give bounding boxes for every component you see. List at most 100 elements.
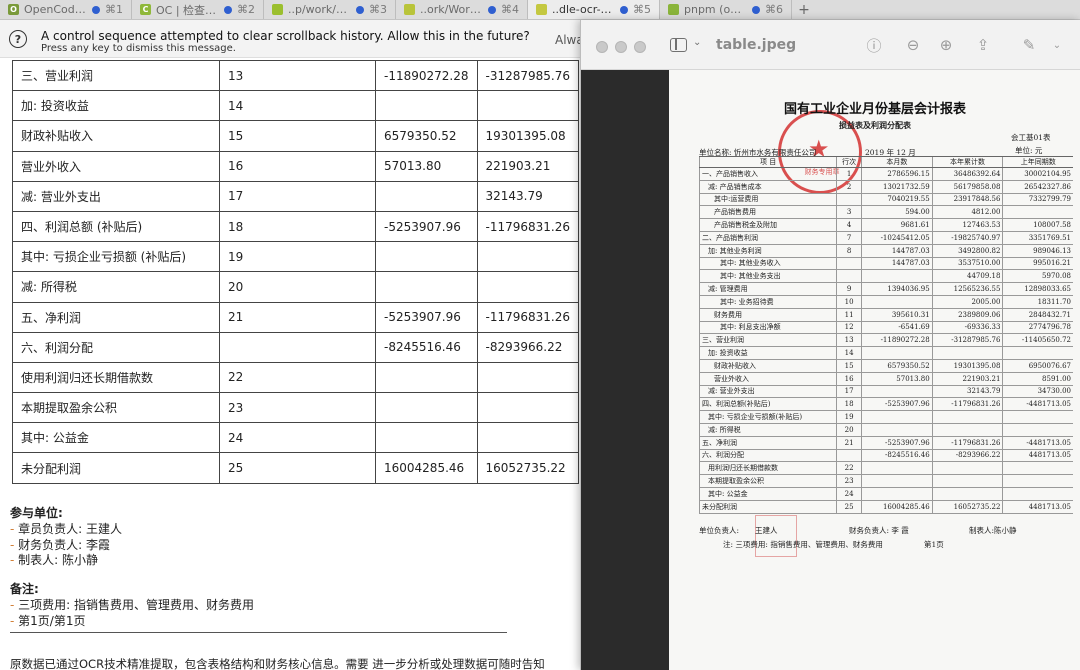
participants-item: - 章员负责人: 王建人 <box>10 520 122 537</box>
tab-title: ..dle-ocr-skill (... <box>552 3 615 16</box>
document-header-cell: 上年同期数 <box>1002 156 1073 168</box>
document-row-label: 其中: 公益金 <box>698 487 837 501</box>
unit-label: 单位: 元 <box>1015 146 1043 155</box>
tab-shortcut: ⌘1 <box>105 3 123 16</box>
document-prior-value: 6950076.67 <box>1002 359 1073 373</box>
minimize-window-button[interactable] <box>615 41 627 53</box>
table-cell: -31287985.76 <box>476 59 579 92</box>
table-cell: 营业外收入 <box>12 150 220 182</box>
notes-heading: 备注: <box>10 582 39 596</box>
document-month-value <box>861 410 933 424</box>
document-month-value: 6579350.52 <box>861 359 933 373</box>
table-cell: 25 <box>219 452 376 484</box>
form-code: 会工基01表 <box>1011 133 1051 142</box>
document-ytd-value: 3537510.00 <box>931 257 1003 271</box>
document-row-label: 加: 投资收益 <box>698 346 837 360</box>
document-prior-value: 2774796.78 <box>1002 321 1073 335</box>
markup-chevron-icon[interactable]: ⌄ <box>1047 36 1067 54</box>
tab-4[interactable]: ..ork/WorkA... ⌘4 <box>396 0 528 19</box>
zoom-window-button[interactable] <box>634 41 646 53</box>
document-row-number: 14 <box>836 346 862 360</box>
new-tab-button[interactable]: + <box>792 0 816 19</box>
document-ytd-value <box>931 487 1003 501</box>
table-row: 使用利润归还长期借款数 22 <box>12 361 579 394</box>
table-cell <box>219 331 376 363</box>
chevron-down-icon[interactable]: ⌄ <box>693 37 701 48</box>
document-month-value: 594.00 <box>861 205 933 220</box>
table-cell: -8293966.22 <box>476 331 579 363</box>
tab-6[interactable]: pnpm (opencla... ⌘6 <box>660 0 792 19</box>
table-cell: 16052735.22 <box>476 452 579 484</box>
table-row: 其中: 亏损企业亏损额 (补贴后) 19 <box>12 241 579 273</box>
tab-shortcut: ⌘5 <box>633 3 651 16</box>
document-table: 项 目行次 本月数 本年累计数 上年同期数 一、产品销售收入 1 2786596.15 364… <box>698 156 1073 514</box>
document-ytd-value: -31287985.76 <box>931 333 1003 348</box>
document-month-value: -5253907.96 <box>861 397 933 412</box>
table-cell <box>476 361 579 394</box>
table-row: 其中: 公益金 24 <box>12 422 579 454</box>
markup-icon[interactable]: ✎ <box>1019 36 1039 54</box>
document-row-number: 13 <box>836 333 862 348</box>
document-row: 减: 营业外支出 17 32143.79 34730.00 <box>698 385 1073 399</box>
participants-item: - 制表人: 陈小静 <box>10 551 98 568</box>
tab-3[interactable]: ..p/work/yol... ⌘3 <box>264 0 396 19</box>
terminal-output[interactable]: 三、营业利润 13 -11890272.28 -31287985.76 加: 投资收益 1… <box>0 58 580 670</box>
document-prior-value: 4481713.05 <box>1002 449 1073 463</box>
table-cell: -5253907.96 <box>375 301 478 333</box>
document-row-number: 18 <box>836 397 862 412</box>
list-item-text: 第1页/第1页 <box>18 613 86 628</box>
tab-5[interactable]: ..dle-ocr-skill (... ⌘5 <box>528 0 660 19</box>
document-row: 减: 所得税 20 <box>698 423 1073 437</box>
tab-activity-dot-icon <box>356 5 364 14</box>
table-row: 五、净利润 21 -5253907.96 -11796831.26 <box>12 301 579 333</box>
document-prior-value: 3351769.51 <box>1002 231 1073 245</box>
document-prior-value: -4481713.05 <box>1002 436 1073 450</box>
table-cell: 五、净利润 <box>12 301 220 333</box>
document-row-number: 2 <box>836 180 862 194</box>
document-row: 其中: 其他业务收入 144787.03 3537510.00 995016.21 <box>698 257 1073 271</box>
document-note: 注: 三项费用: 指销售费用、管理费用、财务费用 <box>723 540 883 549</box>
document-prior-value: 12898033.65 <box>1002 282 1073 296</box>
document-month-value: 144787.03 <box>861 244 933 258</box>
document-month-value <box>861 295 933 309</box>
document-ytd-value: 12565236.55 <box>931 282 1003 296</box>
preview-canvas: ★ 财务专用章 国有工业企业月份基层会计报表 损益表及利润分配表 会工基01表 … <box>581 70 1080 670</box>
document-ytd-value: 221903.21 <box>931 372 1003 386</box>
tab-2[interactable]: C OC | 检查 O... ⌘2 <box>132 0 264 19</box>
table-cell: 19301395.08 <box>476 120 579 152</box>
document-prior-value: 4481713.05 <box>1002 500 1073 514</box>
sidebar-toggle-icon[interactable] <box>670 38 687 52</box>
tab-title: pnpm (opencla... <box>684 3 747 16</box>
document-row-label: 六、利润分配 <box>698 449 837 463</box>
document-row: 三、营业利润 13 -11890272.28 -31287985.76 -1140565… <box>698 333 1073 348</box>
document-month-value: 13021732.59 <box>861 180 933 194</box>
document-row-label: 减: 管理费用 <box>698 282 837 296</box>
tab-title: OpenCode (... <box>24 3 87 16</box>
close-window-button[interactable] <box>596 41 608 53</box>
document-ytd-value: 4812.00 <box>931 205 1003 220</box>
table-cell: 221903.21 <box>476 150 579 182</box>
document-month-value: 395610.31 <box>861 308 933 322</box>
table-row: 减: 营业外支出 17 32143.79 <box>12 180 579 212</box>
participants-heading: 参与单位: <box>10 506 63 520</box>
share-icon[interactable]: ⇪ <box>973 36 993 54</box>
document-prior-value <box>1002 474 1073 488</box>
info-icon[interactable]: ⓘ <box>864 36 884 55</box>
ocr-result-table: 三、营业利润 13 -11890272.28 -31287985.76 加: 投资收益 1… <box>12 59 579 484</box>
table-row: 六、利润分配 -8245516.46 -8293966.22 <box>12 331 579 363</box>
zoom-out-icon[interactable]: ⊖ <box>903 36 923 54</box>
document-row-number: 25 <box>836 500 862 514</box>
document-ytd-value: 36486392.64 <box>931 167 1003 181</box>
tab-app-icon: O <box>8 4 19 15</box>
document-prior-value: 995016.21 <box>1002 257 1073 271</box>
zoom-in-icon[interactable]: ⊕ <box>936 36 956 54</box>
table-cell <box>476 422 579 454</box>
document-ytd-value: 44709.18 <box>931 269 1003 284</box>
document-row-number: 8 <box>836 244 862 258</box>
table-cell: 21 <box>219 301 376 333</box>
document-row-number: 17 <box>836 385 862 399</box>
table-cell: -11796831.26 <box>476 210 579 243</box>
table-cell <box>375 90 478 122</box>
table-row: 三、营业利润 13 -11890272.28 -31287985.76 <box>12 59 579 92</box>
tab-1[interactable]: O OpenCode (... ⌘1 <box>0 0 132 19</box>
